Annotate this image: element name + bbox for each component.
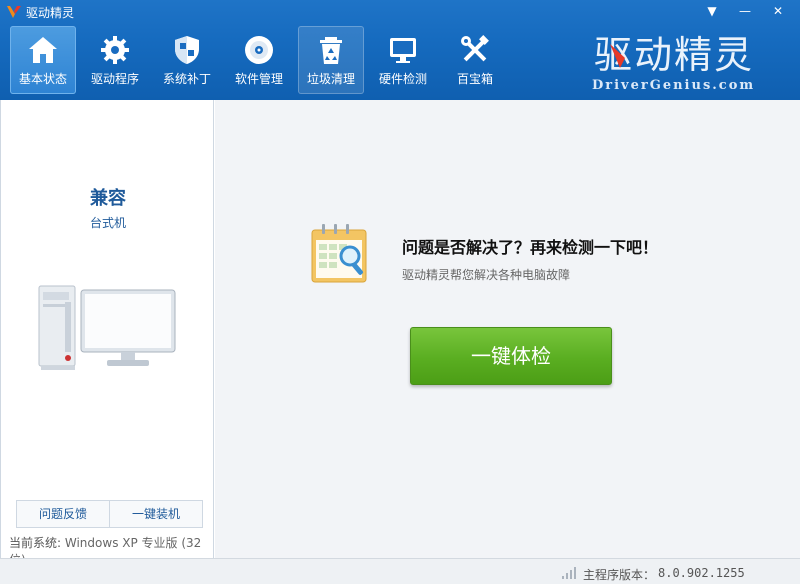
nav-label: 软件管理: [234, 72, 283, 86]
version-label: 主程序版本：: [583, 568, 656, 582]
nav-label: 百宝箱: [456, 72, 493, 86]
one-click-checkup-button[interactable]: 一键体检: [410, 327, 612, 385]
pc-type: 台式机: [89, 216, 126, 230]
subtext: 驱动精灵帮您解决各种电脑故障: [402, 268, 571, 282]
signal-bars-icon: [562, 567, 576, 579]
nav-label: 基本状态: [18, 72, 67, 86]
desktop-computer-icon: [38, 285, 176, 370]
window-title: 驱动精灵: [26, 6, 75, 20]
shield-icon: [175, 36, 199, 64]
brand-logo: 驱动精灵 DriverGenius.com: [592, 30, 772, 96]
calendar-check-icon: [311, 224, 367, 283]
tools-icon: [461, 35, 489, 62]
disc-icon: [245, 36, 273, 64]
app-logo-icon: [7, 6, 21, 18]
sys-label: 当前系统:: [9, 536, 62, 550]
header-bar: 驱动精灵 ▼ — ✕ 基本状态 驱动程序 系统补丁 软件管理 垃圾清理 硬件检测…: [0, 0, 800, 100]
home-icon: [29, 37, 57, 63]
title-bar[interactable]: 驱动精灵 ▼ — ✕: [0, 0, 800, 24]
nav-item-basic-status[interactable]: 基本状态: [10, 26, 76, 94]
nav-label: 系统补丁: [162, 72, 211, 86]
main-panel: 问题是否解决了？再来检测一下吧！ 驱动精灵帮您解决各种电脑故障 一键体检: [215, 100, 800, 558]
minimize-button[interactable]: —: [733, 2, 757, 20]
gear-icon: [101, 36, 129, 64]
compat-status: 兼容: [90, 188, 126, 209]
recycle-bin-icon: [320, 37, 342, 64]
brand-url: DriverGenius.com: [592, 78, 756, 93]
nav-label: 垃圾清理: [306, 72, 355, 86]
left-button-row: 问题反馈 一键装机: [16, 500, 203, 528]
nav-label: 驱动程序: [90, 72, 139, 86]
brand-wordmark: 驱动精灵: [594, 33, 752, 76]
nav-item-drivers[interactable]: 驱动程序: [82, 26, 148, 94]
headline: 问题是否解决了？再来检测一下吧！: [402, 238, 659, 257]
one-click-install-button[interactable]: 一键装机: [110, 501, 202, 527]
status-bar: 主程序版本： 8.0.902.1255: [0, 558, 800, 584]
nav-item-cleanup[interactable]: 垃圾清理: [298, 26, 364, 94]
menu-button[interactable]: ▼: [700, 2, 724, 20]
version-value: 8.0.902.1255: [658, 566, 745, 580]
nav-item-patches[interactable]: 系统补丁: [154, 26, 220, 94]
close-button[interactable]: ✕: [766, 2, 790, 20]
nav-label: 硬件检测: [378, 72, 427, 86]
monitor-icon: [390, 38, 416, 63]
nav-item-software[interactable]: 软件管理: [226, 26, 292, 94]
left-panel: 兼容 台式机 问题反馈 一键装机 当前系统: Windows XP 专业版 (3…: [0, 100, 214, 567]
feedback-button[interactable]: 问题反馈: [17, 501, 110, 527]
nav-item-hardware[interactable]: 硬件检测: [370, 26, 436, 94]
nav-item-toolbox[interactable]: 百宝箱: [442, 26, 508, 94]
